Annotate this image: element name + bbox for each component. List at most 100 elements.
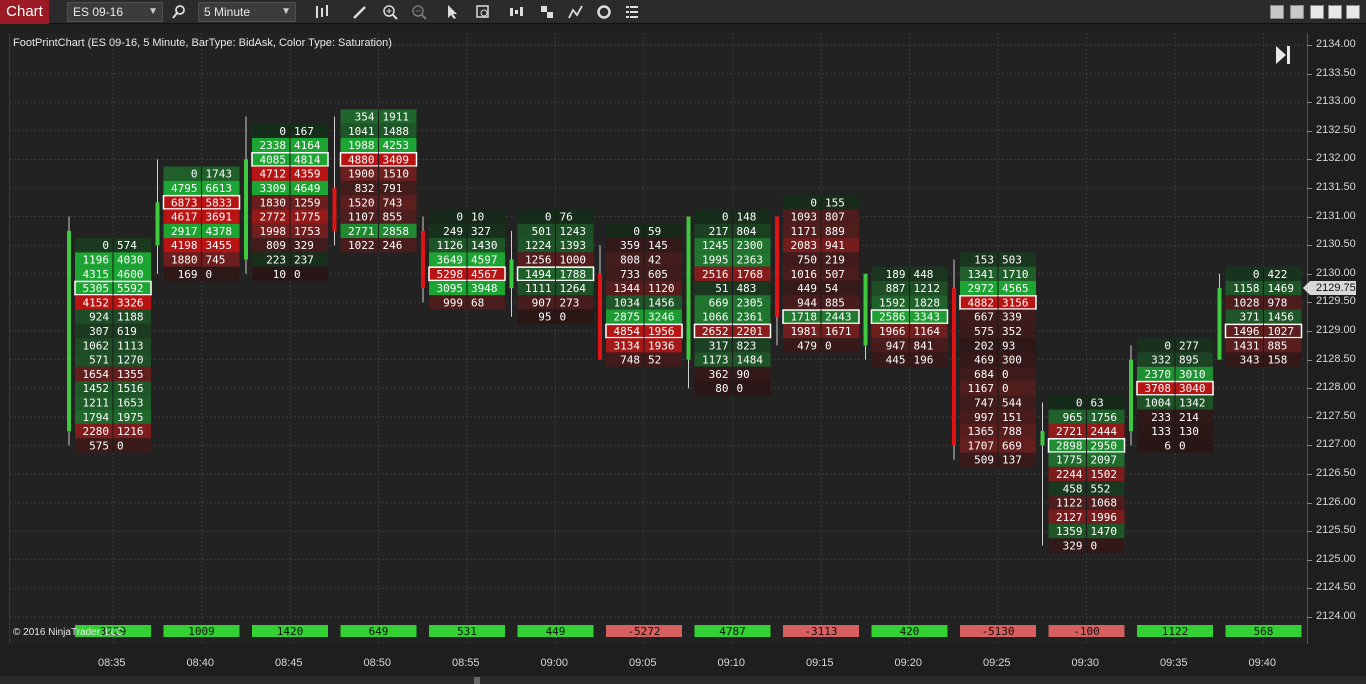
chevron-down-icon: ▼ bbox=[281, 6, 291, 17]
strategies-icon[interactable] bbox=[566, 2, 586, 22]
bid-volume: 51 bbox=[715, 282, 728, 295]
properties-icon[interactable] bbox=[622, 2, 642, 22]
scroll-to-end-icon[interactable] bbox=[1273, 44, 1293, 66]
bid-volume: 1041 bbox=[348, 125, 375, 138]
zoom-in-icon[interactable] bbox=[380, 2, 400, 22]
close-icon[interactable] bbox=[1346, 5, 1360, 19]
ask-volume: 552 bbox=[1091, 482, 1111, 495]
horizontal-scrollbar[interactable] bbox=[0, 676, 1366, 684]
ask-volume: 885 bbox=[1268, 339, 1288, 352]
ask-volume: 3156 bbox=[1002, 296, 1029, 309]
bid-volume: 1034 bbox=[614, 296, 641, 309]
chevron-down-icon: ▼ bbox=[148, 6, 158, 17]
tile-window-icon[interactable] bbox=[1270, 5, 1284, 19]
ask-volume: 2305 bbox=[737, 296, 764, 309]
bid-volume: 1452 bbox=[83, 382, 110, 395]
bid-volume: 1794 bbox=[83, 411, 110, 424]
ask-volume: 327 bbox=[471, 225, 491, 238]
ask-volume: 2097 bbox=[1091, 454, 1118, 467]
bar-spacing-icon[interactable] bbox=[506, 2, 526, 22]
bid-volume: 332 bbox=[1151, 354, 1171, 367]
tile-window-alt-icon[interactable] bbox=[1290, 5, 1304, 19]
ask-volume: 855 bbox=[383, 211, 403, 224]
candle-body bbox=[1217, 288, 1222, 360]
bid-volume: 575 bbox=[89, 439, 109, 452]
delta-value: 649 bbox=[369, 625, 389, 638]
price-axis-tick bbox=[1307, 73, 1312, 75]
ask-volume: 5592 bbox=[117, 282, 144, 295]
bid-volume: 944 bbox=[797, 296, 817, 309]
ask-volume: 743 bbox=[383, 196, 403, 209]
pointer-icon[interactable] bbox=[442, 2, 462, 22]
candle-body bbox=[1129, 359, 1133, 432]
ask-volume: 1768 bbox=[737, 268, 764, 281]
bid-volume: 0 bbox=[1164, 339, 1171, 352]
ask-volume: 574 bbox=[117, 239, 137, 252]
bid-volume: 2917 bbox=[171, 225, 198, 238]
bars-type-icon[interactable] bbox=[312, 2, 332, 22]
zoom-out-icon[interactable] bbox=[409, 2, 429, 22]
copyright-label: © 2016 NinjaTrader, LLC bbox=[13, 627, 124, 638]
bid-volume: 1654 bbox=[83, 368, 110, 381]
reload-icon[interactable] bbox=[594, 2, 614, 22]
ask-volume: 0 bbox=[1002, 368, 1009, 381]
bid-volume: 10 bbox=[273, 268, 286, 281]
bid-volume: 809 bbox=[266, 239, 286, 252]
delta-value: 449 bbox=[546, 625, 566, 638]
chart-tab[interactable]: Chart bbox=[0, 0, 49, 24]
delta-value: -5130 bbox=[981, 625, 1014, 638]
bid-volume: 4854 bbox=[614, 325, 641, 338]
price-axis-tick bbox=[1307, 45, 1312, 46]
ask-volume: 2363 bbox=[737, 254, 764, 267]
ask-volume: 788 bbox=[1002, 425, 1022, 438]
chart-plot-area[interactable]: 0 574 1196 4030 4315 4600 5305 5592 4152 3326 924 1… bbox=[9, 33, 1308, 644]
data-box-icon[interactable] bbox=[473, 2, 493, 22]
bid-volume: 947 bbox=[886, 339, 906, 352]
interval-selector[interactable]: 5 Minute ▼ bbox=[198, 2, 296, 22]
draw-pencil-icon[interactable] bbox=[350, 2, 370, 22]
ask-volume: 145 bbox=[648, 239, 668, 252]
price-axis-label: 2133.50 bbox=[1316, 66, 1356, 79]
ask-volume: 1788 bbox=[560, 268, 587, 281]
ask-volume: 90 bbox=[737, 368, 750, 381]
ask-volume: 2950 bbox=[1091, 439, 1118, 452]
restore-icon[interactable] bbox=[1328, 5, 1342, 19]
footprint-chart-svg: 0 5741196 40304315 46005305 55924152 3326924 1… bbox=[10, 33, 1308, 644]
bid-volume: 1365 bbox=[968, 425, 995, 438]
chart-toolbar: Chart ES 09-16 ▼ 5 Minute ▼ bbox=[0, 0, 1366, 24]
ask-volume: 1188 bbox=[117, 311, 144, 324]
bid-volume: 965 bbox=[1063, 411, 1083, 424]
bid-volume: 0 bbox=[633, 225, 640, 238]
templates-icon[interactable] bbox=[537, 2, 557, 22]
scrollbar-thumb[interactable] bbox=[474, 677, 480, 684]
ask-volume: 4597 bbox=[471, 254, 498, 267]
time-axis-label: 09:10 bbox=[717, 657, 746, 669]
minimize-icon[interactable] bbox=[1310, 5, 1324, 19]
bid-volume: 832 bbox=[355, 182, 375, 195]
ask-volume: 76 bbox=[560, 211, 573, 224]
ask-volume: 841 bbox=[914, 339, 934, 352]
ask-volume: 669 bbox=[1002, 439, 1022, 452]
candle-body bbox=[1040, 431, 1045, 446]
bid-volume: 1592 bbox=[879, 296, 906, 309]
ask-volume: 1259 bbox=[294, 196, 321, 209]
price-axis-tick bbox=[1307, 188, 1312, 189]
ask-volume: 1516 bbox=[117, 382, 144, 395]
price-axis-tick bbox=[1307, 502, 1312, 504]
ask-volume: 1510 bbox=[383, 168, 410, 181]
ask-volume: 2201 bbox=[737, 325, 764, 338]
ask-volume: 1469 bbox=[1268, 282, 1295, 295]
bid-volume: 907 bbox=[532, 296, 552, 309]
price-axis-label: 2128.00 bbox=[1316, 381, 1356, 394]
bid-volume: 4617 bbox=[171, 211, 198, 224]
instrument-selector[interactable]: ES 09-16 ▼ bbox=[67, 2, 163, 22]
bid-volume: 1126 bbox=[437, 239, 464, 252]
bid-volume: 1016 bbox=[791, 268, 818, 281]
delta-value: -100 bbox=[1073, 625, 1100, 638]
bid-volume: 133 bbox=[1151, 425, 1171, 438]
price-axis-tick bbox=[1307, 273, 1312, 275]
search-icon[interactable] bbox=[169, 2, 189, 22]
bid-volume: 808 bbox=[620, 254, 640, 267]
ask-volume: 237 bbox=[294, 254, 314, 267]
ask-volume: 1456 bbox=[1268, 311, 1295, 324]
